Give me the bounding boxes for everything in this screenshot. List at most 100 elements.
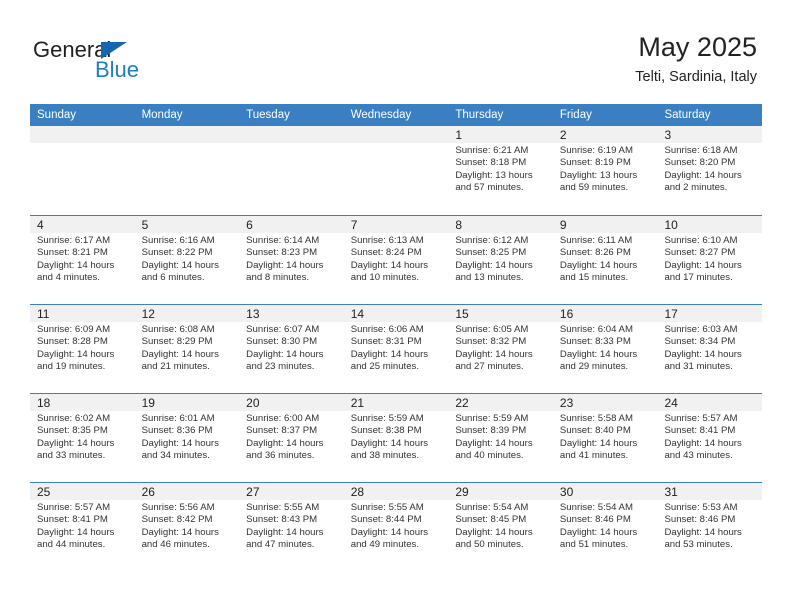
calendar-day-cell[interactable]: 23 Sunrise: 5:58 AM Sunset: 8:40 PM Dayligh… xyxy=(552,394,658,482)
calendar-week-row: 18 Sunrise: 6:02 AM Sunset: 8:35 PM Dayligh… xyxy=(30,393,763,482)
day-number: 6 xyxy=(246,218,253,232)
weekday-header-wednesday: Wednesday xyxy=(350,109,412,121)
day-number-bar: 17 xyxy=(657,305,763,322)
calendar-week-row: 4 Sunrise: 6:17 AM Sunset: 8:21 PM Daylight… xyxy=(30,215,763,304)
daylight-text: Daylight: 14 hours and 31 minutes. xyxy=(664,348,742,372)
calendar-day-cell[interactable]: 31 Sunrise: 5:53 AM Sunset: 8:46 PM Dayligh… xyxy=(657,483,763,571)
calendar-week-row: 11 Sunrise: 6:09 AM Sunset: 8:28 PM Dayligh… xyxy=(30,304,763,393)
page-header: General Blue May 2025 Telti, Sardinia, I… xyxy=(0,0,792,100)
sunset-text: Sunset: 8:46 PM xyxy=(664,514,736,526)
calendar-day-cell[interactable]: 3 Sunrise: 6:18 AM Sunset: 8:20 PM Daylight… xyxy=(657,126,763,215)
calendar-day-cell[interactable]: 18 Sunrise: 6:02 AM Sunset: 8:35 PM Dayligh… xyxy=(30,394,135,482)
calendar-day-cell[interactable]: 11 Sunrise: 6:09 AM Sunset: 8:28 PM Dayligh… xyxy=(30,305,135,393)
day-number: 14 xyxy=(350,307,365,321)
calendar-day-cell[interactable]: 2 Sunrise: 6:19 AM Sunset: 8:19 PM Daylight… xyxy=(552,126,658,215)
calendar-day-cell[interactable]: 29 Sunrise: 5:54 AM Sunset: 8:45 PM Dayligh… xyxy=(448,483,553,571)
daylight-text: Daylight: 14 hours and 17 minutes. xyxy=(664,259,742,283)
calendar-weeks: 1 Sunrise: 6:21 AM Sunset: 8:18 PM Daylight… xyxy=(30,126,763,571)
calendar-week-row: 25 Sunrise: 5:57 AM Sunset: 8:41 PM Dayligh… xyxy=(30,482,763,571)
sunset-text: Sunset: 8:30 PM xyxy=(246,336,318,348)
calendar-day-cell[interactable]: 9 Sunrise: 6:11 AM Sunset: 8:26 PM Daylight… xyxy=(552,216,658,304)
day-info: Sunrise: 6:01 AM Sunset: 8:36 PM Daylight:… xyxy=(135,411,240,462)
calendar-day-cell[interactable]: 12 Sunrise: 6:08 AM Sunset: 8:29 PM Dayligh… xyxy=(134,305,240,393)
calendar-day-cell[interactable]: 21 Sunrise: 5:59 AM Sunset: 8:38 PM Dayligh… xyxy=(343,394,449,482)
daylight-text: Daylight: 14 hours and 13 minutes. xyxy=(455,259,533,283)
calendar-day-cell[interactable]: 27 Sunrise: 5:55 AM Sunset: 8:43 PM Dayligh… xyxy=(239,483,344,571)
sunrise-text: Sunrise: 6:04 AM xyxy=(559,324,633,335)
day-number-bar xyxy=(134,126,240,143)
sunset-text: Sunset: 8:31 PM xyxy=(350,336,422,348)
calendar-day-cell[interactable]: 8 Sunrise: 6:12 AM Sunset: 8:25 PM Daylight… xyxy=(448,216,553,304)
day-info: Sunrise: 5:59 AM Sunset: 8:38 PM Daylight:… xyxy=(344,411,449,462)
calendar-day-cell[interactable]: 6 Sunrise: 6:14 AM Sunset: 8:23 PM Daylight… xyxy=(239,216,344,304)
calendar-day-cell[interactable]: 7 Sunrise: 6:13 AM Sunset: 8:24 PM Daylight… xyxy=(343,216,449,304)
calendar-day-cell[interactable]: 30 Sunrise: 5:54 AM Sunset: 8:46 PM Dayligh… xyxy=(552,483,658,571)
sunrise-text: Sunrise: 6:03 AM xyxy=(664,324,738,335)
calendar-day-cell[interactable]: 22 Sunrise: 5:59 AM Sunset: 8:39 PM Dayligh… xyxy=(448,394,553,482)
weekday-header-thursday: Thursday xyxy=(455,109,504,121)
daylight-text: Daylight: 14 hours and 43 minutes. xyxy=(664,437,742,461)
day-number-bar: 19 xyxy=(134,394,240,411)
calendar-day-cell[interactable]: 25 Sunrise: 5:57 AM Sunset: 8:41 PM Dayligh… xyxy=(30,483,135,571)
day-info: Sunrise: 5:59 AM Sunset: 8:39 PM Daylight:… xyxy=(448,411,553,462)
daylight-text: Daylight: 14 hours and 25 minutes. xyxy=(350,348,429,372)
sunrise-text: Sunrise: 6:09 AM xyxy=(37,324,111,335)
calendar-day-cell[interactable]: 5 Sunrise: 6:16 AM Sunset: 8:22 PM Daylight… xyxy=(134,216,240,304)
sunrise-text: Sunrise: 6:02 AM xyxy=(37,413,111,424)
calendar-day-cell[interactable]: 28 Sunrise: 5:55 AM Sunset: 8:44 PM Dayligh… xyxy=(343,483,449,571)
calendar-page: General Blue May 2025 Telti, Sardinia, I… xyxy=(0,0,792,612)
day-info: Sunrise: 5:57 AM Sunset: 8:41 PM Daylight:… xyxy=(30,500,135,551)
sunset-text: Sunset: 8:37 PM xyxy=(246,425,318,437)
day-number-bar xyxy=(30,126,135,143)
day-info: Sunrise: 6:04 AM Sunset: 8:33 PM Daylight:… xyxy=(553,322,658,373)
day-info: Sunrise: 5:54 AM Sunset: 8:46 PM Daylight:… xyxy=(553,500,658,551)
daylight-text: Daylight: 14 hours and 34 minutes. xyxy=(141,437,219,461)
day-info: Sunrise: 6:13 AM Sunset: 8:24 PM Daylight:… xyxy=(344,233,449,284)
day-number: 12 xyxy=(141,307,155,321)
day-number-bar xyxy=(343,126,449,143)
calendar-day-cell[interactable]: 15 Sunrise: 6:05 AM Sunset: 8:32 PM Dayligh… xyxy=(448,305,553,393)
day-number: 11 xyxy=(37,307,50,321)
calendar-day-cell[interactable]: 19 Sunrise: 6:01 AM Sunset: 8:36 PM Dayligh… xyxy=(134,394,240,482)
calendar-day-cell[interactable]: 20 Sunrise: 6:00 AM Sunset: 8:37 PM Dayligh… xyxy=(239,394,344,482)
sunrise-text: Sunrise: 5:55 AM xyxy=(246,502,320,513)
daylight-text: Daylight: 14 hours and 27 minutes. xyxy=(455,348,533,372)
calendar-day-cell[interactable]: 24 Sunrise: 5:57 AM Sunset: 8:41 PM Dayligh… xyxy=(657,394,763,482)
calendar-day-cell[interactable]: 13 Sunrise: 6:07 AM Sunset: 8:30 PM Dayligh… xyxy=(239,305,344,393)
calendar-day-cell[interactable]: 1 Sunrise: 6:21 AM Sunset: 8:18 PM Daylight… xyxy=(448,126,553,215)
brand-logo[interactable]: General Blue xyxy=(33,37,193,83)
sunset-text: Sunset: 8:29 PM xyxy=(141,336,213,348)
calendar-day-cell-empty xyxy=(30,126,135,215)
day-number: 5 xyxy=(141,218,149,232)
day-number-bar: 23 xyxy=(552,394,658,411)
calendar-day-cell[interactable]: 26 Sunrise: 5:56 AM Sunset: 8:42 PM Dayligh… xyxy=(134,483,240,571)
calendar-day-cell[interactable]: 14 Sunrise: 6:06 AM Sunset: 8:31 PM Dayligh… xyxy=(343,305,449,393)
day-number: 18 xyxy=(37,396,51,410)
calendar-day-cell[interactable]: 16 Sunrise: 6:04 AM Sunset: 8:33 PM Dayligh… xyxy=(552,305,658,393)
day-number: 4 xyxy=(37,218,44,232)
daylight-text: Daylight: 14 hours and 2 minutes. xyxy=(664,169,742,193)
calendar-day-cell[interactable]: 4 Sunrise: 6:17 AM Sunset: 8:21 PM Daylight… xyxy=(30,216,135,304)
day-info: Sunrise: 6:19 AM Sunset: 8:19 PM Daylight:… xyxy=(553,143,658,194)
calendar-day-cell-empty xyxy=(239,126,344,215)
day-info: Sunrise: 5:58 AM Sunset: 8:40 PM Daylight:… xyxy=(553,411,658,462)
sunset-text: Sunset: 8:34 PM xyxy=(664,336,736,348)
day-number-bar: 6 xyxy=(239,216,344,233)
day-info: Sunrise: 5:55 AM Sunset: 8:44 PM Daylight:… xyxy=(344,500,449,551)
day-number: 31 xyxy=(664,485,678,499)
calendar-day-cell[interactable]: 10 Sunrise: 6:10 AM Sunset: 8:27 PM Dayligh… xyxy=(657,216,763,304)
sunset-text: Sunset: 8:46 PM xyxy=(559,514,631,526)
day-number: 25 xyxy=(37,485,51,499)
day-number-bar: 7 xyxy=(343,216,449,233)
calendar-day-cell[interactable]: 17 Sunrise: 6:03 AM Sunset: 8:34 PM Dayligh… xyxy=(657,305,763,393)
day-info: Sunrise: 6:11 AM Sunset: 8:26 PM Daylight:… xyxy=(553,233,658,284)
day-info: Sunrise: 6:02 AM Sunset: 8:35 PM Daylight:… xyxy=(30,411,135,462)
day-info: Sunrise: 6:12 AM Sunset: 8:25 PM Daylight:… xyxy=(448,233,553,284)
daylight-text: Daylight: 14 hours and 36 minutes. xyxy=(246,437,324,461)
day-number-bar: 14 xyxy=(343,305,449,322)
sunset-text: Sunset: 8:33 PM xyxy=(559,336,631,348)
sunrise-text: Sunrise: 6:12 AM xyxy=(455,235,529,246)
day-number-bar: 3 xyxy=(657,126,763,143)
daylight-text: Daylight: 14 hours and 47 minutes. xyxy=(246,526,324,550)
day-info: Sunrise: 6:05 AM Sunset: 8:32 PM Daylight:… xyxy=(448,322,553,373)
